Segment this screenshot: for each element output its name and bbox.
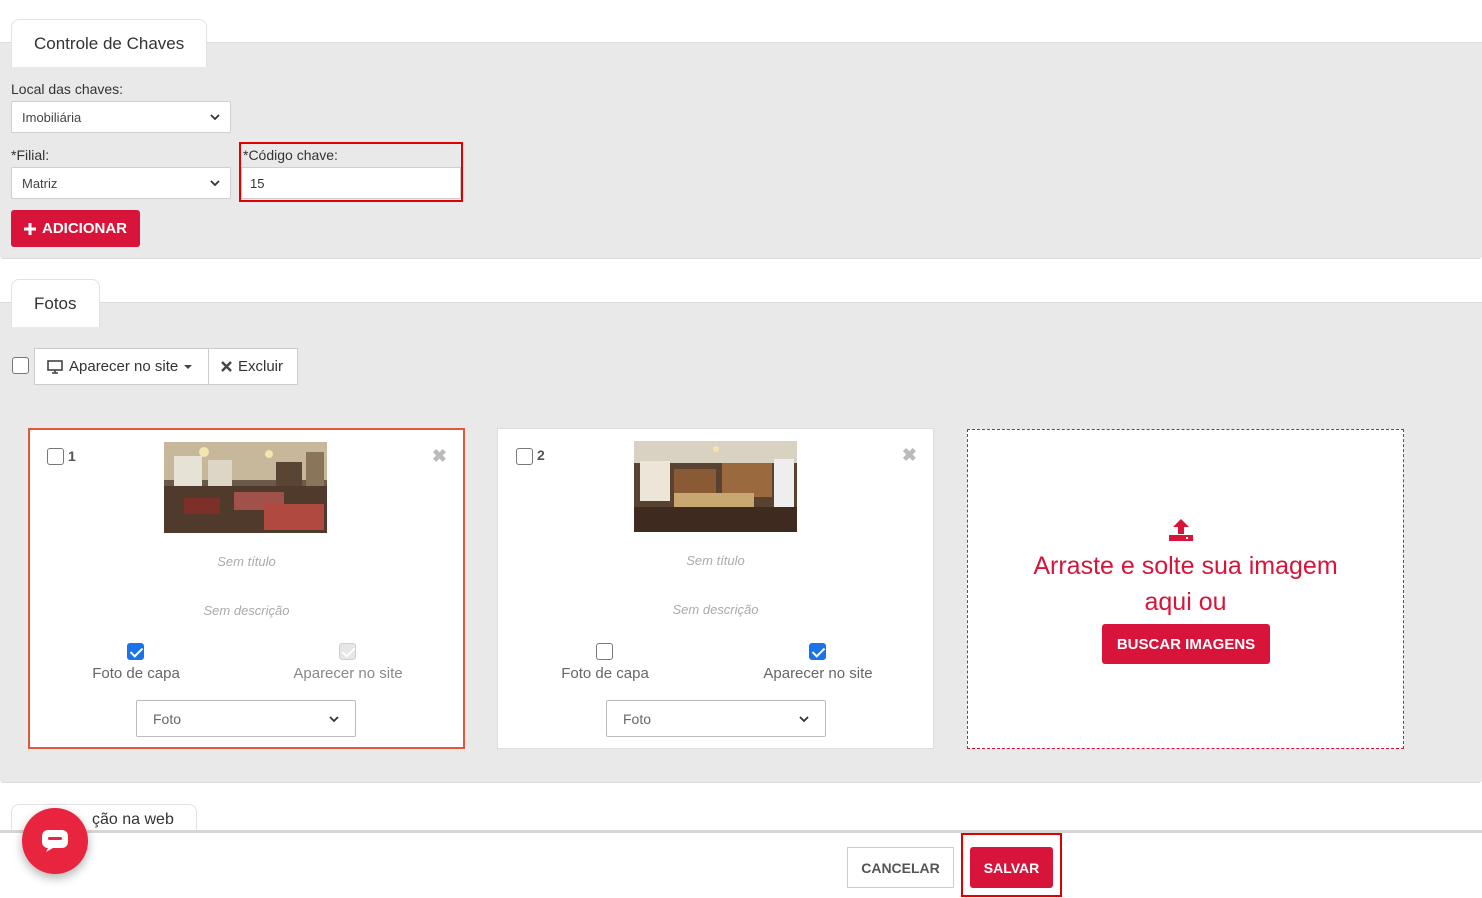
cover-photo-label: Foto de capa (92, 665, 180, 682)
remove-photo-icon[interactable]: ✖ (902, 445, 917, 466)
photos-tab: Fotos (11, 279, 100, 327)
photo-type-select[interactable]: Foto (606, 700, 826, 737)
filial-label: *Filial: (11, 147, 50, 163)
photos-tab-label: Fotos (34, 293, 77, 313)
dropzone-line-1: Arraste e solte sua imagem (1033, 552, 1338, 580)
cover-photo-label: Foto de capa (561, 665, 649, 682)
chevron-down-icon (210, 114, 220, 121)
photo-description: Sem descrição (672, 602, 759, 617)
caret-down-icon (184, 364, 193, 369)
living-room-photo[interactable] (164, 442, 327, 533)
photo-type-value: Foto (153, 710, 182, 727)
codigo-label: *Código chave: (243, 147, 338, 163)
dropzone-text: Arraste e solte sua imagem aqui ou (968, 548, 1403, 620)
kitchen-photo[interactable] (634, 441, 797, 532)
dropzone-line-2: aqui ou (1144, 588, 1227, 616)
local-select-value: Imobiliária (22, 109, 82, 125)
save-label: SALVAR (983, 859, 1040, 876)
photo-type-select[interactable]: Foto (136, 700, 356, 737)
image-dropzone[interactable]: Arraste e solte sua imagem aqui ou BUSCA… (967, 429, 1404, 749)
remove-photo-icon[interactable]: ✖ (432, 446, 447, 467)
local-select[interactable]: Imobiliária (11, 101, 231, 133)
browse-images-button[interactable]: BUSCAR IMAGENS (1102, 624, 1270, 664)
chevron-down-icon (210, 180, 220, 187)
footer-bar: CANCELAR SALVAR (0, 830, 1482, 898)
photo-card-2[interactable]: 2 Sem título Sem descrição Foto de capa … (497, 428, 934, 749)
cancel-button[interactable]: CANCELAR (847, 847, 954, 888)
photo-select-checkbox[interactable] (516, 448, 533, 465)
filial-select[interactable]: Matriz (11, 167, 231, 199)
photo-select-checkbox[interactable] (47, 448, 64, 465)
add-button-label: ADICIONAR (42, 220, 127, 237)
photo-description: Sem descrição (203, 603, 290, 618)
monitor-icon (47, 359, 63, 374)
show-on-site-label: Aparecer no site (69, 358, 179, 375)
keys-tab: Controle de Chaves (11, 19, 208, 67)
show-on-site-label: Aparecer no site (293, 665, 403, 682)
delete-label: Excluir (238, 358, 284, 375)
page: Controle de Chaves Local das chaves: Imo… (0, 0, 1482, 898)
select-all-checkbox[interactable] (12, 357, 29, 374)
photo-card-1[interactable]: 1 Sem título Sem descrição Foto de capa … (28, 428, 465, 749)
keys-panel (0, 42, 1482, 259)
show-on-site-checkbox[interactable] (809, 643, 826, 660)
show-on-site-dropdown[interactable]: Aparecer no site (34, 348, 209, 385)
show-on-site-label: Aparecer no site (763, 665, 873, 682)
save-button[interactable]: SALVAR (970, 847, 1053, 888)
local-label: Local das chaves: (11, 81, 124, 97)
cover-photo-checkbox[interactable] (596, 643, 613, 660)
photo-type-value: Foto (623, 710, 652, 727)
add-button[interactable]: ADICIONAR (11, 210, 140, 247)
filial-select-value: Matriz (22, 175, 58, 191)
browse-images-label: BUSCAR IMAGENS (1116, 635, 1256, 653)
codigo-input[interactable] (241, 167, 461, 199)
cover-photo-checkbox[interactable] (127, 643, 144, 660)
chevron-down-icon (329, 715, 339, 722)
upload-icon (1169, 519, 1193, 541)
photo-title: Sem título (686, 553, 745, 568)
chat-launcher[interactable] (22, 808, 88, 874)
show-on-site-checkbox (339, 643, 356, 660)
chat-icon (42, 830, 68, 852)
chevron-down-icon (799, 715, 809, 722)
photo-number: 1 (68, 448, 76, 464)
delete-button[interactable]: Excluir (208, 348, 298, 385)
keys-tab-label: Controle de Chaves (34, 33, 185, 53)
cancel-label: CANCELAR (861, 859, 940, 876)
plus-icon (24, 222, 36, 235)
web-section-tab-label: ção na web (92, 810, 174, 828)
photo-number: 2 (537, 447, 545, 463)
times-icon (221, 361, 232, 372)
photo-title: Sem título (217, 554, 276, 569)
